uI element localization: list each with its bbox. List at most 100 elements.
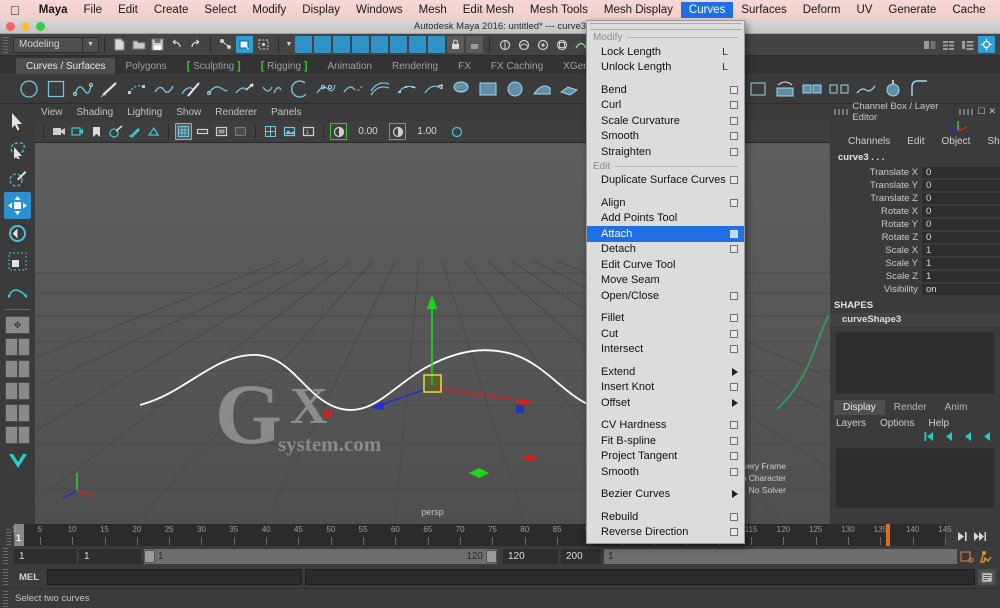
- channel-box-icon[interactable]: [940, 36, 957, 53]
- mask-rendering-icon[interactable]: [409, 36, 426, 53]
- layer-menu-options[interactable]: Options: [880, 418, 914, 429]
- redo-icon[interactable]: [187, 36, 204, 53]
- os-menu-surfaces[interactable]: Surfaces: [733, 2, 794, 18]
- viewport-menu-shading[interactable]: Shading: [77, 107, 114, 118]
- channel-row-scale-x[interactable]: Scale X 1: [830, 244, 1000, 257]
- prev-layer-icon[interactable]: [942, 431, 954, 445]
- range-end-handle[interactable]: [486, 550, 497, 563]
- grid-toggle-icon[interactable]: [175, 123, 192, 140]
- os-menu-mesh[interactable]: Mesh: [411, 2, 455, 18]
- menu-item-move-seam[interactable]: Move Seam: [587, 273, 744, 289]
- menu-item-duplicate-surface-curves[interactable]: Duplicate Surface Curves: [587, 173, 744, 189]
- viewport-menu-panels[interactable]: Panels: [271, 107, 302, 118]
- mask-dynamics-icon[interactable]: [390, 36, 407, 53]
- menu-item-curl[interactable]: Curl: [587, 98, 744, 114]
- channel-row-rotate-y[interactable]: Rotate Y 0: [830, 218, 1000, 231]
- os-menu-display[interactable]: Display: [294, 2, 348, 18]
- viewport-menu-renderer[interactable]: Renderer: [215, 107, 257, 118]
- channel-row-translate-z[interactable]: Translate Z 0: [830, 192, 1000, 205]
- new-scene-icon[interactable]: [111, 36, 128, 53]
- channel-box-menu-channels[interactable]: Channels: [848, 136, 890, 147]
- grease-pencil-icon[interactable]: [126, 123, 143, 140]
- command-input[interactable]: [47, 569, 302, 585]
- mask-joints-icon[interactable]: [314, 36, 331, 53]
- attribute-value[interactable]: 0: [922, 206, 1000, 218]
- two-d-pan-zoom-icon[interactable]: [107, 123, 124, 140]
- ipr-render-icon[interactable]: 1: [300, 123, 317, 140]
- select-tool-icon[interactable]: [4, 108, 31, 135]
- menu-item-open-close[interactable]: Open/Close: [587, 288, 744, 304]
- ep-curve-tool-icon[interactable]: [97, 76, 123, 102]
- menu-item-unlock-length[interactable]: Unlock Length L: [587, 60, 744, 76]
- sculpt-geometry-icon[interactable]: [880, 76, 906, 102]
- menu-item-smooth-modify[interactable]: Smooth: [587, 129, 744, 145]
- revolve-icon[interactable]: [502, 76, 528, 102]
- exposure-toggle-icon[interactable]: [330, 123, 347, 140]
- menu-item-smooth-edit[interactable]: Smooth: [587, 464, 744, 480]
- exposure-value[interactable]: 0.00: [348, 124, 388, 139]
- select-by-component-icon[interactable]: [255, 36, 272, 53]
- snap-view-plane-icon[interactable]: [553, 36, 570, 53]
- resolution-gate-icon[interactable]: [213, 123, 230, 140]
- shelf-tab-rigging[interactable]: [ Rigging ]: [251, 58, 318, 74]
- layer-list[interactable]: [836, 448, 994, 508]
- close-icon[interactable]: ✕: [988, 106, 996, 117]
- nurbs-circle-icon[interactable]: [16, 76, 42, 102]
- layer-menu-layers[interactable]: Layers: [836, 418, 866, 429]
- snap-point-icon[interactable]: [534, 36, 551, 53]
- menu-item-bezier-curves[interactable]: Bezier Curves: [587, 487, 744, 503]
- menu-item-attach[interactable]: Attach: [587, 226, 744, 242]
- option-box-icon[interactable]: [730, 101, 738, 109]
- anim-start-field[interactable]: 1: [14, 549, 76, 564]
- extrude-icon[interactable]: [556, 76, 582, 102]
- attribute-value[interactable]: 1: [922, 258, 1000, 270]
- color-management-icon[interactable]: [448, 123, 465, 140]
- option-box-icon[interactable]: [730, 330, 738, 338]
- channel-row-translate-x[interactable]: Translate X 0: [830, 166, 1000, 179]
- move-tool-icon[interactable]: [4, 192, 31, 219]
- option-box-icon[interactable]: [730, 468, 738, 476]
- play-forward-icon[interactable]: [954, 528, 970, 544]
- panel-grip-icon[interactable]: [834, 109, 848, 115]
- project-curve-icon[interactable]: [772, 76, 798, 102]
- pencil-curve-tool-icon[interactable]: [151, 76, 177, 102]
- apple-icon[interactable]: : [0, 4, 31, 17]
- unlock-icon[interactable]: [466, 36, 483, 53]
- option-box-icon[interactable]: [730, 452, 738, 460]
- menu-item-fillet[interactable]: Fillet: [587, 311, 744, 327]
- menu-item-cv-hardness[interactable]: CV Hardness: [587, 418, 744, 434]
- select-by-object-icon[interactable]: [236, 36, 253, 53]
- shelf-tab-rendering[interactable]: Rendering: [382, 58, 448, 74]
- reverse-curve-icon[interactable]: [421, 76, 447, 102]
- mask-deformations-icon[interactable]: [371, 36, 388, 53]
- outliner-persp-layout-icon[interactable]: [4, 425, 31, 445]
- insert-knot-icon[interactable]: [313, 76, 339, 102]
- help-line-grip[interactable]: [3, 591, 8, 607]
- menu-item-bend[interactable]: Bend: [587, 82, 744, 98]
- shelf-tab-polygons[interactable]: Polygons: [115, 58, 176, 74]
- snap-curve-icon[interactable]: [515, 36, 532, 53]
- two-point-arc-icon[interactable]: [205, 76, 231, 102]
- script-editor-icon[interactable]: [978, 569, 996, 585]
- detach-surfaces-icon[interactable]: [826, 76, 852, 102]
- attach-surfaces-icon[interactable]: [799, 76, 825, 102]
- menu-item-rebuild[interactable]: Rebuild: [587, 509, 744, 525]
- viewport-menu-view[interactable]: View: [41, 107, 63, 118]
- range-bar[interactable]: 1 120: [144, 549, 497, 564]
- tab-anim[interactable]: Anim: [936, 400, 977, 415]
- os-menu-uv[interactable]: UV: [848, 2, 880, 18]
- undo-icon[interactable]: [168, 36, 185, 53]
- menu-item-lock-length[interactable]: Lock Length L: [587, 44, 744, 60]
- gamma-toggle-icon[interactable]: [389, 123, 406, 140]
- chevron-down-icon[interactable]: ▼: [83, 37, 99, 53]
- menu-item-cut[interactable]: Cut: [587, 326, 744, 342]
- menu-item-edit-curve-tool[interactable]: Edit Curve Tool: [587, 257, 744, 273]
- option-box-icon[interactable]: [730, 117, 738, 125]
- statusline-grip[interactable]: [3, 37, 8, 53]
- align-surfaces-icon[interactable]: [853, 76, 879, 102]
- lasso-select-tool-icon[interactable]: [4, 136, 31, 163]
- channel-row-scale-y[interactable]: Scale Y 1: [830, 257, 1000, 270]
- tab-render[interactable]: Render: [885, 400, 936, 415]
- curves-dropdown-menu[interactable]: Modify Lock Length L Unlock Length L Ben…: [586, 20, 745, 544]
- option-box-icon[interactable]: [730, 292, 738, 300]
